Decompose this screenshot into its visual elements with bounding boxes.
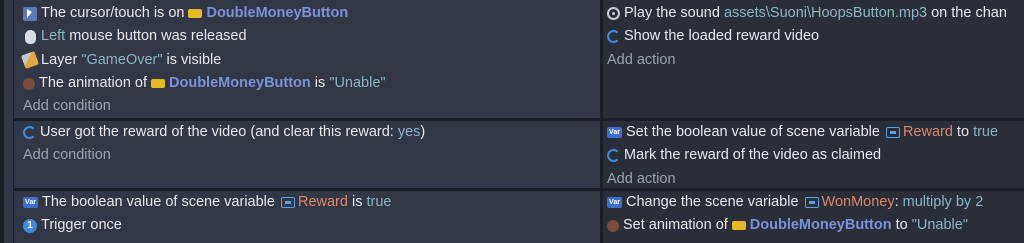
condition-row[interactable]: The animation of DoubleMoneyButton is "Un… bbox=[23, 72, 600, 95]
loading-icon bbox=[607, 30, 620, 44]
condition-row[interactable]: User got the reward of the video (and cl… bbox=[23, 121, 600, 144]
mouse-icon bbox=[25, 29, 36, 44]
conditions-column: Var The boolean value of scene variable Re… bbox=[14, 191, 600, 243]
cursor-icon bbox=[23, 6, 37, 21]
conditions-column: The cursor/touch is on DoubleMoneyButton L… bbox=[14, 0, 600, 118]
parameter-value[interactable]: "GameOver" bbox=[81, 49, 162, 72]
parameter-value[interactable]: "Unable" bbox=[912, 214, 968, 237]
sound-icon bbox=[607, 7, 620, 21]
parameter-value[interactable]: true bbox=[973, 121, 998, 144]
condition-row[interactable]: The cursor/touch is on DoubleMoneyButton bbox=[23, 2, 600, 25]
event-block[interactable]: Var The boolean value of scene variable Re… bbox=[14, 191, 1024, 243]
object-thumbnail-icon bbox=[151, 79, 166, 89]
sentence-text: : bbox=[894, 194, 903, 210]
sentence-text: Show the loaded reward video bbox=[624, 28, 820, 45]
loading-icon bbox=[23, 126, 36, 140]
variable-name[interactable]: WonMoney bbox=[822, 191, 895, 214]
event-block[interactable]: User got the reward of the video (and cl… bbox=[14, 121, 1024, 188]
event-block[interactable]: The cursor/touch is on DoubleMoneyButton L… bbox=[14, 0, 1024, 118]
scene-variable-icon bbox=[804, 197, 819, 209]
animation-icon bbox=[607, 219, 619, 232]
object-name[interactable]: DoubleMoneyButton bbox=[750, 214, 892, 237]
action-row[interactable]: Play the sound assets\Suoni\HoopsButton.… bbox=[607, 2, 1024, 25]
sentence-text: Set animation of bbox=[623, 217, 728, 234]
object-thumbnail-icon bbox=[731, 221, 746, 231]
sentence-text: ) bbox=[420, 124, 426, 140]
animation-icon bbox=[23, 77, 35, 90]
condition-row[interactable]: Left mouse button was released bbox=[23, 25, 600, 48]
parameter-value[interactable]: assets\Suoni\HoopsButton.mp3 bbox=[724, 2, 927, 25]
add-condition-button[interactable]: Add condition bbox=[23, 144, 600, 167]
sentence-text: Trigger once bbox=[41, 217, 122, 234]
sentence-text: Mark the reward of the video as claimed bbox=[624, 147, 882, 164]
parameter-value[interactable]: 2 bbox=[975, 191, 983, 214]
condition-row[interactable]: Var The boolean value of scene variable Re… bbox=[23, 191, 600, 214]
sentence-text: The cursor/touch is on bbox=[41, 5, 185, 21]
action-row[interactable]: Var Set the boolean value of scene variab… bbox=[607, 121, 1024, 144]
sentence-text: to bbox=[891, 217, 912, 234]
add-action-button[interactable]: Add action bbox=[607, 168, 1024, 188]
loading-icon bbox=[607, 149, 620, 163]
trigger-once-icon: 1 bbox=[23, 218, 37, 233]
sentence-text: User got the reward of the video (and cl… bbox=[40, 124, 398, 140]
sentence-text: on the chan bbox=[927, 5, 1007, 21]
action-row[interactable]: Set animation of DoubleMoneyButton to "Un… bbox=[607, 214, 1024, 237]
parameter-value[interactable]: multiply by bbox=[903, 191, 972, 214]
variable-name[interactable]: Reward bbox=[298, 191, 348, 214]
actions-column: Play the sound assets\Suoni\HoopsButton.… bbox=[603, 0, 1024, 118]
variable-name[interactable]: Reward bbox=[903, 121, 953, 144]
action-row[interactable]: Var Change the scene variable WonMoney: mu… bbox=[607, 191, 1024, 214]
parameter-value[interactable]: yes bbox=[398, 121, 421, 144]
sentence-text: The boolean value of scene variable bbox=[42, 194, 275, 210]
sentence-text: mouse button was released bbox=[65, 28, 247, 45]
variable-icon: Var bbox=[607, 197, 622, 209]
condition-row[interactable]: 1 Trigger once bbox=[23, 214, 600, 237]
parameter-value[interactable]: "Unable" bbox=[329, 72, 385, 95]
event-drag-handles[interactable] bbox=[4, 0, 14, 243]
sentence-text: The animation of bbox=[39, 74, 148, 91]
action-row[interactable]: Show the loaded reward video bbox=[607, 25, 1024, 48]
sentence-text: Play the sound bbox=[624, 5, 724, 21]
sentence-text: to bbox=[952, 124, 974, 140]
conditions-column: User got the reward of the video (and cl… bbox=[14, 121, 600, 188]
layer-icon bbox=[21, 51, 39, 70]
sentence-text: is bbox=[310, 74, 330, 91]
variable-icon: Var bbox=[23, 197, 38, 209]
add-condition-button[interactable]: Add condition bbox=[23, 95, 600, 118]
variable-icon: Var bbox=[607, 127, 622, 139]
scene-variable-icon bbox=[885, 127, 900, 139]
sentence-text: is bbox=[347, 194, 367, 210]
object-name[interactable]: DoubleMoneyButton bbox=[169, 72, 311, 95]
sentence-text: Set the boolean value of scene variable bbox=[626, 124, 880, 140]
add-action-button[interactable]: Add action bbox=[607, 49, 1024, 72]
action-row[interactable]: Mark the reward of the video as claimed bbox=[607, 144, 1024, 167]
condition-row[interactable]: Layer "GameOver" is visible bbox=[21, 49, 600, 72]
sentence-text: Layer bbox=[41, 51, 82, 68]
actions-column: Var Change the scene variable WonMoney: mu… bbox=[603, 191, 1024, 243]
sentence-text: is visible bbox=[162, 51, 222, 68]
parameter-value[interactable]: true bbox=[366, 191, 391, 214]
object-name[interactable]: DoubleMoneyButton bbox=[206, 2, 348, 25]
actions-column: Var Set the boolean value of scene variab… bbox=[603, 121, 1024, 188]
parameter-value[interactable]: Left bbox=[41, 25, 65, 48]
scene-variable-icon bbox=[280, 197, 295, 209]
sentence-text: Change the scene variable bbox=[626, 194, 799, 210]
object-thumbnail-icon bbox=[188, 9, 203, 19]
